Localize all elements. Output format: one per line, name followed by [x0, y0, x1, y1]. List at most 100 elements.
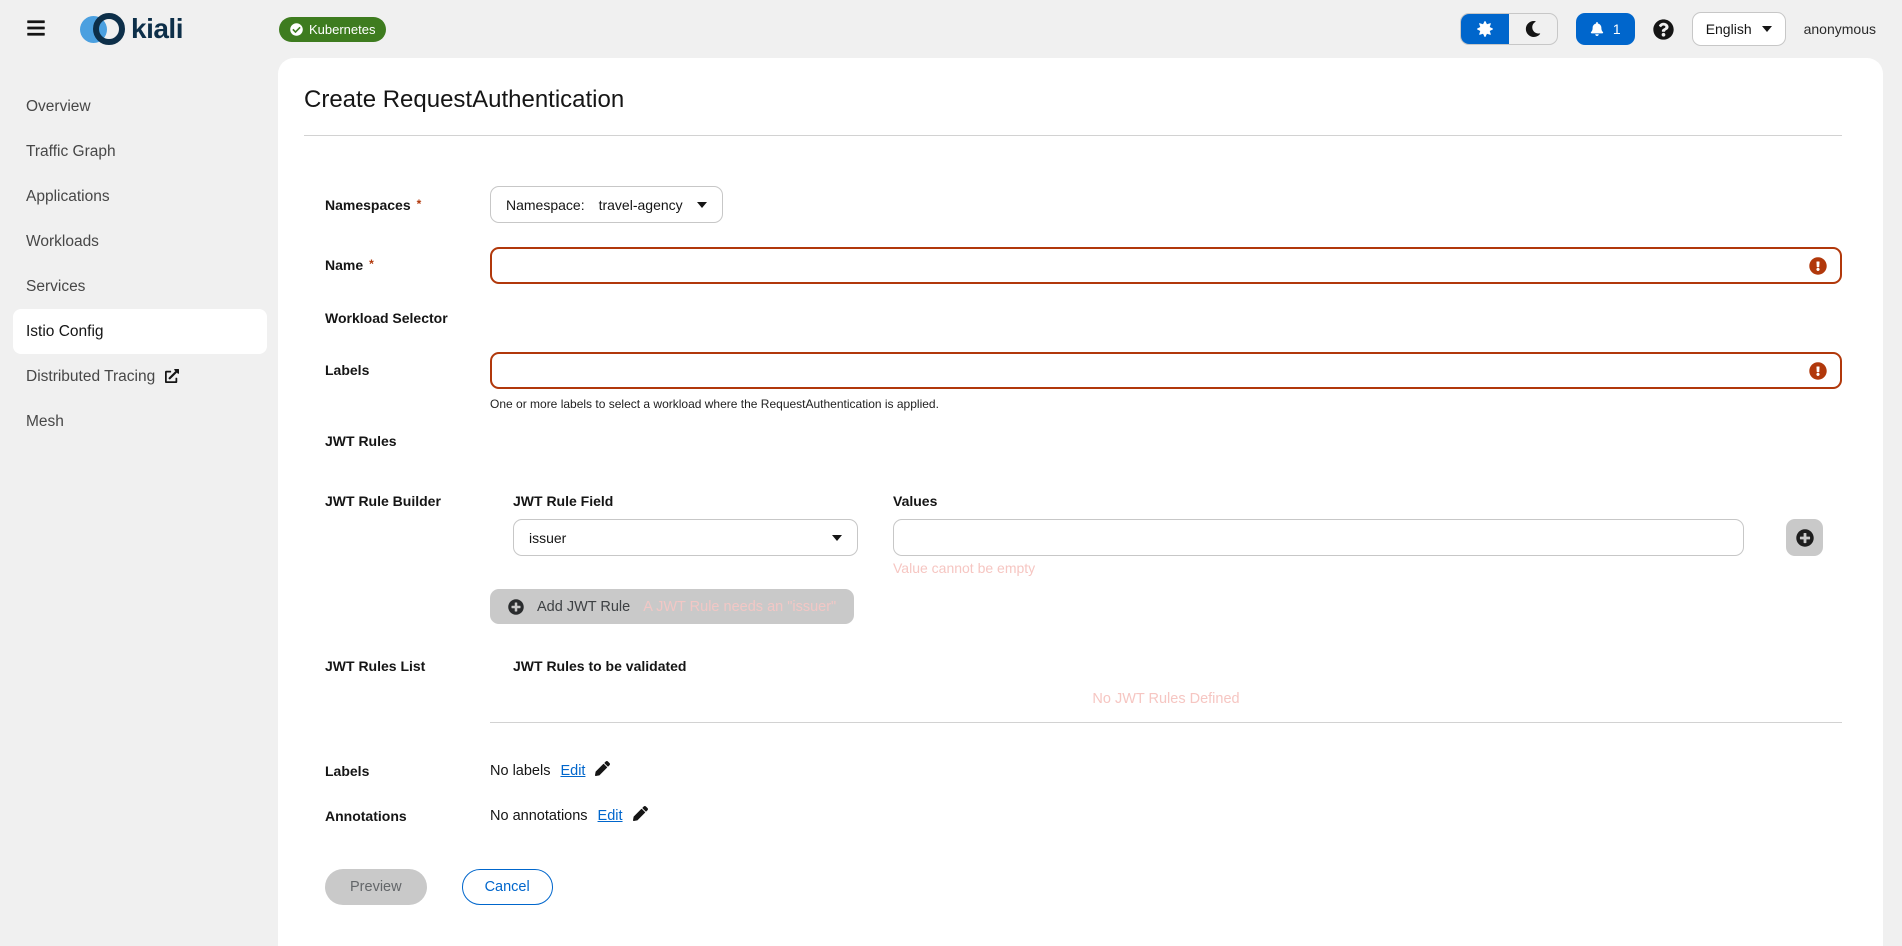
- sidebar-item-label: Workloads: [26, 233, 99, 251]
- jwt-rule-builder-label: JWT Rule Builder: [325, 493, 490, 624]
- exclamation-circle-icon: [1809, 362, 1827, 380]
- namespace-dropdown-prefix: Namespace:: [506, 197, 585, 213]
- required-marker: *: [369, 257, 374, 271]
- namespace-dropdown-value: travel-agency: [599, 197, 683, 213]
- title-divider: [304, 135, 1842, 136]
- cluster-badge: Kubernetes: [279, 17, 387, 42]
- jwt-rule-builder: JWT Rule Field Values issuer: [490, 493, 1842, 576]
- labels-input[interactable]: [490, 352, 1842, 389]
- language-dropdown[interactable]: English: [1692, 12, 1786, 46]
- body: Overview Traffic Graph Applications Work…: [0, 58, 1902, 946]
- jwt-rules-list-row: JWT Rules List JWT Rules to be validated…: [325, 658, 1842, 723]
- caret-down-icon: [1762, 26, 1772, 32]
- sidebar-item-applications[interactable]: Applications: [0, 174, 278, 219]
- labels-meta-label: Labels: [325, 763, 490, 779]
- sidebar-item-workloads[interactable]: Workloads: [0, 219, 278, 264]
- sidebar-nav: Overview Traffic Graph Applications Work…: [0, 58, 278, 946]
- question-circle-icon: [1653, 19, 1674, 40]
- sidebar-item-mesh[interactable]: Mesh: [0, 399, 278, 444]
- pencil-icon[interactable]: [633, 806, 648, 825]
- sidebar-item-label: Distributed Tracing: [26, 368, 155, 386]
- username: anonymous: [1804, 21, 1876, 37]
- workload-selector-label: Workload Selector: [325, 310, 490, 326]
- brand-name: kiali: [131, 13, 183, 45]
- masthead: kiali Kubernetes 1 English: [0, 0, 1902, 58]
- theme-toggle: [1460, 13, 1558, 45]
- add-jwt-rule-label: Add JWT Rule: [537, 599, 630, 615]
- sidebar-item-label: Mesh: [26, 413, 64, 431]
- labels-helper-text: One or more labels to select a workload …: [490, 397, 1842, 411]
- cancel-button[interactable]: Cancel: [462, 869, 553, 905]
- jwt-rule-field-header: JWT Rule Field: [513, 493, 893, 509]
- add-jwt-rule-button[interactable]: Add JWT Rule A JWT Rule needs an "issuer…: [490, 589, 854, 624]
- values-wrap: Value cannot be empty: [893, 519, 1744, 576]
- notification-count: 1: [1613, 21, 1621, 37]
- jwt-rules-row: JWT Rules: [325, 433, 1842, 449]
- jwt-rules-empty-message: No JWT Rules Defined: [490, 691, 1842, 722]
- sidebar-item-label: Overview: [26, 98, 91, 116]
- plus-circle-icon: [508, 599, 524, 615]
- jwt-rule-field-select[interactable]: issuer: [513, 519, 858, 556]
- labels-meta-row: Labels No labels Edit: [325, 761, 1842, 780]
- jwt-rules-list-label: JWT Rules List: [325, 658, 490, 723]
- jwt-rule-builder-row: JWT Rule Builder JWT Rule Field Values i…: [325, 493, 1842, 624]
- notifications-button[interactable]: 1: [1576, 13, 1635, 45]
- help-button[interactable]: [1653, 19, 1674, 40]
- sidebar-item-label: Traffic Graph: [26, 143, 116, 161]
- values-error-text: Value cannot be empty: [893, 560, 1744, 576]
- sidebar-item-traffic-graph[interactable]: Traffic Graph: [0, 129, 278, 174]
- kiali-logo-icon: [80, 10, 126, 48]
- toggle-knob: [473, 320, 488, 335]
- jwt-rule-field-value: issuer: [529, 530, 566, 546]
- namespaces-label: Namespaces*: [325, 197, 490, 213]
- preview-button[interactable]: Preview: [325, 869, 427, 905]
- dark-theme-button[interactable]: [1509, 14, 1557, 44]
- moon-icon: [1525, 21, 1541, 37]
- pencil-icon[interactable]: [595, 761, 610, 780]
- language-label: English: [1706, 21, 1752, 37]
- content-card: Create RequestAuthentication Namespaces*…: [278, 58, 1883, 946]
- light-theme-button[interactable]: [1461, 14, 1509, 44]
- annotations-meta-row: Annotations No annotations Edit: [325, 806, 1842, 825]
- bell-icon: [1590, 22, 1604, 36]
- form-actions: Preview Cancel: [325, 869, 1842, 905]
- labels-edit-link[interactable]: Edit: [560, 763, 585, 779]
- caret-down-icon: [697, 202, 707, 208]
- required-marker: *: [417, 197, 422, 211]
- values-input[interactable]: [893, 519, 1744, 556]
- builder-headers: JWT Rule Field Values: [513, 493, 1842, 509]
- check-circle-icon: [290, 23, 303, 36]
- values-header: Values: [893, 493, 937, 509]
- kiali-logo[interactable]: kiali: [80, 10, 183, 48]
- cluster-badge-label: Kubernetes: [309, 22, 376, 37]
- annotations-meta-value: No annotations: [490, 808, 588, 824]
- toggle-knob: [473, 443, 488, 458]
- add-value-button[interactable]: [1786, 519, 1823, 556]
- masthead-toolbar: 1 English anonymous: [1460, 12, 1876, 46]
- sidebar-item-istio-config[interactable]: Istio Config: [13, 309, 267, 354]
- labels-input-wrap: [490, 352, 1842, 389]
- plus-circle-icon: [1796, 529, 1814, 547]
- annotations-meta-label: Annotations: [325, 808, 490, 824]
- kiali-app: kiali Kubernetes 1 English: [0, 0, 1902, 946]
- name-label: Name*: [325, 247, 490, 284]
- builder-controls: issuer Value cannot be empty: [513, 519, 1842, 576]
- sidebar-item-overview[interactable]: Overview: [0, 84, 278, 129]
- sidebar-item-label: Applications: [26, 188, 110, 206]
- jwt-rules-table-header: JWT Rules to be validated: [490, 658, 1842, 674]
- jwt-rules-table-divider: [490, 722, 1842, 723]
- page-title: Create RequestAuthentication: [304, 86, 1842, 114]
- name-input[interactable]: [490, 247, 1842, 284]
- sidebar-item-services[interactable]: Services: [0, 264, 278, 309]
- hamburger-menu-icon[interactable]: [26, 18, 48, 40]
- add-jwt-rule-hint: A JWT Rule needs an "issuer": [643, 599, 836, 615]
- sun-icon: [1477, 21, 1493, 37]
- name-row: Name*: [325, 247, 1842, 284]
- caret-down-icon: [832, 535, 842, 541]
- exclamation-circle-icon: [1809, 257, 1827, 275]
- labels-row: Labels One or more labels to select a wo…: [325, 352, 1842, 411]
- annotations-edit-link[interactable]: Edit: [598, 808, 623, 824]
- sidebar-item-distributed-tracing[interactable]: Distributed Tracing: [0, 354, 278, 399]
- namespace-dropdown[interactable]: Namespace: travel-agency: [490, 186, 723, 223]
- main-area: Create RequestAuthentication Namespaces*…: [278, 58, 1902, 946]
